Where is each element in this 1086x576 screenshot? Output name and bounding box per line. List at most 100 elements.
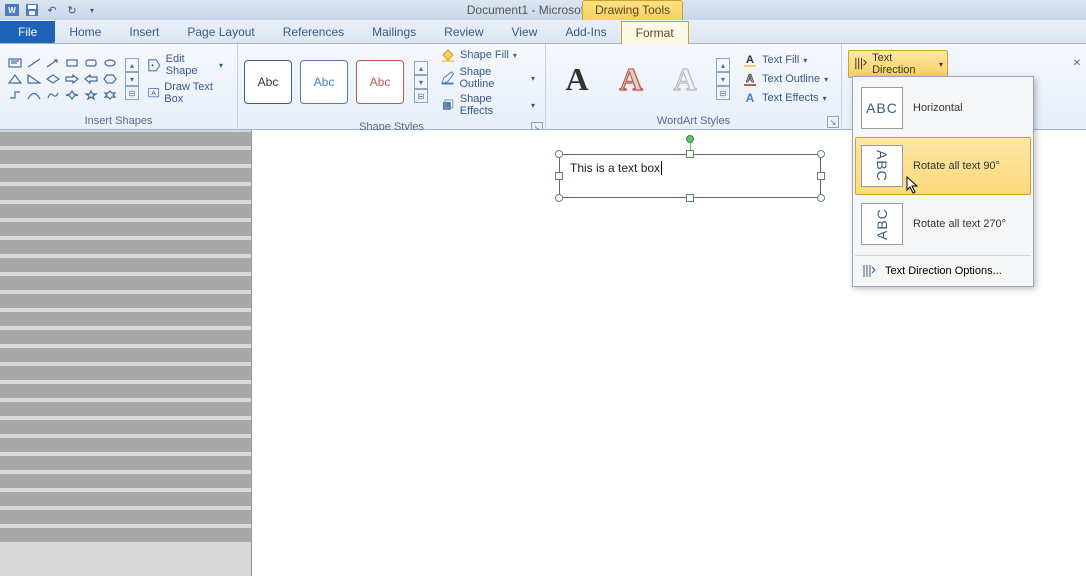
resize-handle-bl[interactable] bbox=[555, 194, 563, 202]
shape-style-1[interactable]: Abc bbox=[244, 60, 292, 104]
ribbon-collapse-icon[interactable]: ✕ bbox=[1070, 56, 1084, 70]
rotate270-preview-icon: ABC bbox=[861, 203, 903, 245]
tab-format[interactable]: Format bbox=[621, 21, 689, 44]
group-insert-shapes: ▴ ▾ ⊟ Edit Shape ▾ A Draw Text Box Inser… bbox=[0, 44, 238, 129]
shape-fill-button[interactable]: Shape Fill▾ bbox=[436, 46, 539, 64]
shapes-gallery-more[interactable]: ▴ ▾ ⊟ bbox=[125, 58, 139, 100]
draw-text-box-button[interactable]: A Draw Text Box bbox=[143, 80, 227, 106]
shapes-gallery[interactable] bbox=[6, 56, 119, 102]
tab-view[interactable]: View bbox=[498, 21, 552, 43]
shape-effects-button[interactable]: Shape Effects▾ bbox=[436, 92, 539, 118]
shape-star5-icon[interactable] bbox=[82, 88, 100, 102]
wordart-style-3[interactable]: A bbox=[660, 57, 710, 101]
svg-text:A: A bbox=[746, 91, 755, 105]
svg-text:W: W bbox=[8, 6, 16, 15]
tab-page-layout[interactable]: Page Layout bbox=[173, 21, 268, 43]
shape-freeform-icon[interactable] bbox=[44, 88, 62, 102]
text-box-content[interactable]: This is a text box bbox=[560, 155, 820, 181]
redo-icon[interactable]: ↻ bbox=[64, 2, 80, 18]
shape-style-gallery[interactable]: Abc Abc Abc ▴ ▾ ⊟ bbox=[244, 60, 428, 104]
text-outline-icon: A bbox=[742, 71, 758, 87]
resize-handle-tr[interactable] bbox=[817, 150, 825, 158]
shape-outline-button[interactable]: Shape Outline▾ bbox=[436, 65, 539, 91]
group-shape-styles: Abc Abc Abc ▴ ▾ ⊟ Shape Fill▾ Shape Outl… bbox=[238, 44, 546, 129]
wordart-style-2[interactable]: A bbox=[606, 57, 656, 101]
shape-larrow-icon[interactable] bbox=[82, 72, 100, 86]
svg-text:A: A bbox=[151, 90, 156, 97]
resize-handle-mr[interactable] bbox=[817, 172, 825, 180]
shape-lconn-icon[interactable] bbox=[6, 88, 24, 102]
tab-file[interactable]: File bbox=[0, 21, 55, 43]
text-direction-icon bbox=[853, 56, 868, 72]
group-label-insert-shapes: Insert Shapes bbox=[0, 114, 237, 129]
undo-icon[interactable]: ↶ bbox=[44, 2, 60, 18]
ribbon-tabs: File Home Insert Page Layout References … bbox=[0, 20, 1086, 44]
quick-access-toolbar: W ↶ ↻ ▾ bbox=[0, 0, 1086, 20]
shape-rarrow-icon[interactable] bbox=[63, 72, 81, 86]
svg-text:A: A bbox=[746, 73, 754, 85]
shape-hexagon-icon[interactable] bbox=[101, 72, 119, 86]
edit-shape-button[interactable]: Edit Shape ▾ bbox=[143, 52, 227, 78]
tab-mailings[interactable]: Mailings bbox=[358, 21, 430, 43]
edit-shape-icon bbox=[147, 57, 162, 73]
shape-textbox-icon[interactable] bbox=[6, 56, 24, 70]
shape-triangle-icon[interactable] bbox=[6, 72, 24, 86]
shape-arrow-icon[interactable] bbox=[44, 56, 62, 70]
text-outline-button[interactable]: A Text Outline▾ bbox=[738, 70, 832, 88]
rotate-handle[interactable] bbox=[686, 135, 694, 143]
dd-options[interactable]: Text Direction Options... bbox=[855, 258, 1031, 284]
text-fill-button[interactable]: A Text Fill▾ bbox=[738, 51, 832, 69]
shape-star6-icon[interactable] bbox=[101, 88, 119, 102]
horizontal-preview-icon: ABC bbox=[861, 87, 903, 129]
rotate90-preview-icon: ABC bbox=[861, 145, 903, 187]
shape-ellipse-icon[interactable] bbox=[101, 56, 119, 70]
shape-style-more[interactable]: ▴ ▾ ⊟ bbox=[414, 61, 428, 103]
text-effects-icon: A bbox=[742, 90, 758, 106]
text-direction-button[interactable]: Text Direction ▾ bbox=[848, 50, 948, 78]
shape-style-3[interactable]: Abc bbox=[356, 60, 404, 104]
dd-rotate-270[interactable]: ABC Rotate all text 270° bbox=[855, 195, 1031, 253]
shape-style-2[interactable]: Abc bbox=[300, 60, 348, 104]
shape-diamond-icon[interactable] bbox=[44, 72, 62, 86]
selected-text-box[interactable]: This is a text box bbox=[559, 154, 821, 198]
tab-home[interactable]: Home bbox=[55, 21, 115, 43]
shape-rect-icon[interactable] bbox=[63, 56, 81, 70]
qat-more-icon[interactable]: ▾ bbox=[84, 2, 100, 18]
save-icon[interactable] bbox=[24, 2, 40, 18]
tab-insert[interactable]: Insert bbox=[115, 21, 173, 43]
effects-icon bbox=[440, 97, 456, 113]
paint-bucket-icon bbox=[440, 47, 456, 63]
dropdown-separator bbox=[855, 255, 1031, 256]
wordart-style-1[interactable]: A bbox=[552, 57, 602, 101]
tab-references[interactable]: References bbox=[269, 21, 358, 43]
text-effects-button[interactable]: A Text Effects▾ bbox=[738, 89, 832, 107]
resize-handle-br[interactable] bbox=[817, 194, 825, 202]
resize-handle-tl[interactable] bbox=[555, 150, 563, 158]
text-cursor bbox=[661, 161, 662, 175]
wordart-gallery[interactable]: A A A ▴ ▾ ⊟ bbox=[552, 57, 730, 101]
context-tab-drawing-tools: Drawing Tools bbox=[582, 0, 683, 20]
shape-curve-icon[interactable] bbox=[25, 88, 43, 102]
dd-rotate-90[interactable]: ABC Rotate all text 90° bbox=[855, 137, 1031, 195]
shape-line-icon[interactable] bbox=[25, 56, 43, 70]
shape-star4-icon[interactable] bbox=[63, 88, 81, 102]
word-app-icon: W bbox=[4, 2, 20, 18]
navigation-pane[interactable] bbox=[0, 130, 252, 576]
group-wordart-styles: A A A ▴ ▾ ⊟ A Text Fill▾ A Text Outline▾ bbox=[546, 44, 842, 129]
shape-rtriangle-icon[interactable] bbox=[25, 72, 43, 86]
wordart-launcher[interactable]: ↘ bbox=[827, 116, 839, 128]
group-label-wordart: WordArt Styles ↘ bbox=[546, 114, 841, 129]
resize-handle-ml[interactable] bbox=[555, 172, 563, 180]
pen-icon bbox=[440, 70, 455, 86]
dd-horizontal[interactable]: ABC Horizontal bbox=[855, 79, 1031, 137]
tab-review[interactable]: Review bbox=[430, 21, 497, 43]
shape-roundrect-icon[interactable] bbox=[82, 56, 100, 70]
text-box-icon: A bbox=[147, 85, 160, 101]
resize-handle-bm[interactable] bbox=[686, 194, 694, 202]
resize-handle-tm[interactable] bbox=[686, 150, 694, 158]
text-fill-icon: A bbox=[742, 52, 758, 68]
tab-addins[interactable]: Add-Ins bbox=[551, 21, 620, 43]
text-direction-dropdown: ABC Horizontal ABC Rotate all text 90° A… bbox=[852, 76, 1034, 287]
wordart-more[interactable]: ▴ ▾ ⊟ bbox=[716, 58, 730, 100]
svg-text:A: A bbox=[746, 54, 754, 66]
